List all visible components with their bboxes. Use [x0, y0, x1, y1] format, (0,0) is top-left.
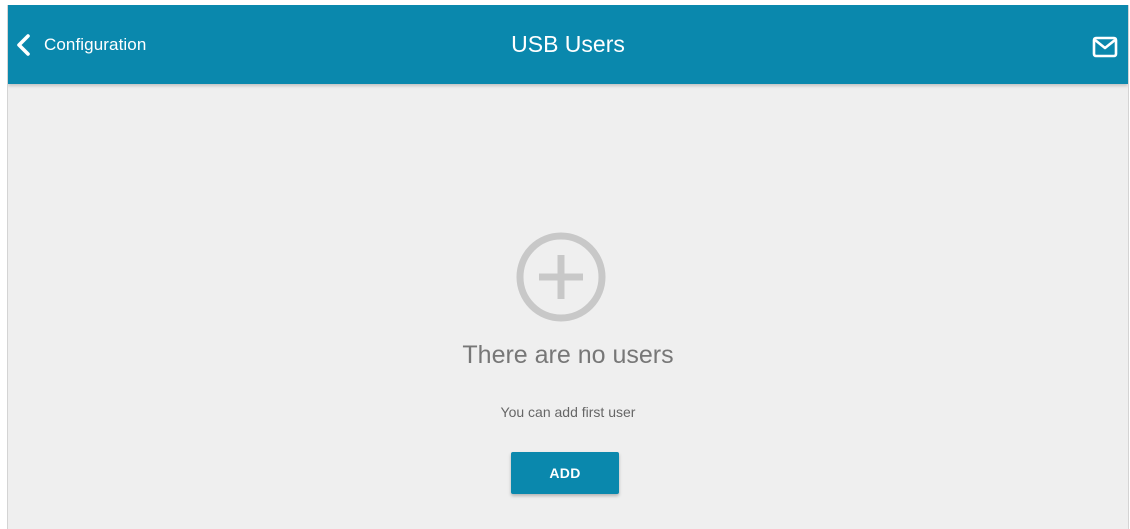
- app-window: Configuration USB Users There are no use…: [7, 5, 1129, 529]
- envelope-icon[interactable]: [1092, 36, 1118, 58]
- plus-circle-icon: [515, 231, 607, 323]
- empty-state-subtitle: You can add first user: [500, 404, 636, 420]
- page-title: USB Users: [511, 31, 625, 57]
- top-bar: Configuration USB Users: [8, 5, 1128, 84]
- add-user-button[interactable]: ADD: [511, 452, 619, 494]
- empty-state-title: There are no users: [462, 341, 674, 369]
- empty-state: There are no users You can add first use…: [8, 84, 1128, 529]
